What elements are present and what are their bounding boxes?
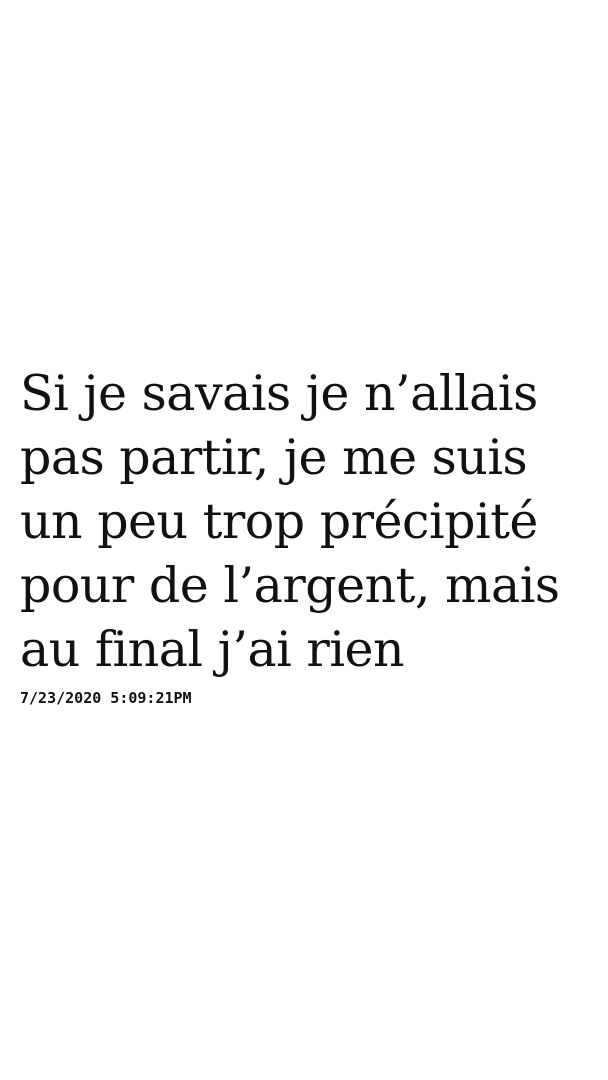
quote-text: Si je savais je n’allais pas partir, je … [20,362,600,682]
quote-line: un peu trop précipité [20,493,538,550]
timestamp: 7/23/2020 5:09:21PM [20,689,192,707]
quote-line: pour de l’argent, mais [20,557,560,614]
quote-line: pas partir, je me suis [20,429,528,486]
quote-line: Si je savais je n’allais [20,365,538,422]
quote-card: Si je savais je n’allais pas partir, je … [20,362,600,708]
quote-line: au final j’ai rien [20,621,405,678]
